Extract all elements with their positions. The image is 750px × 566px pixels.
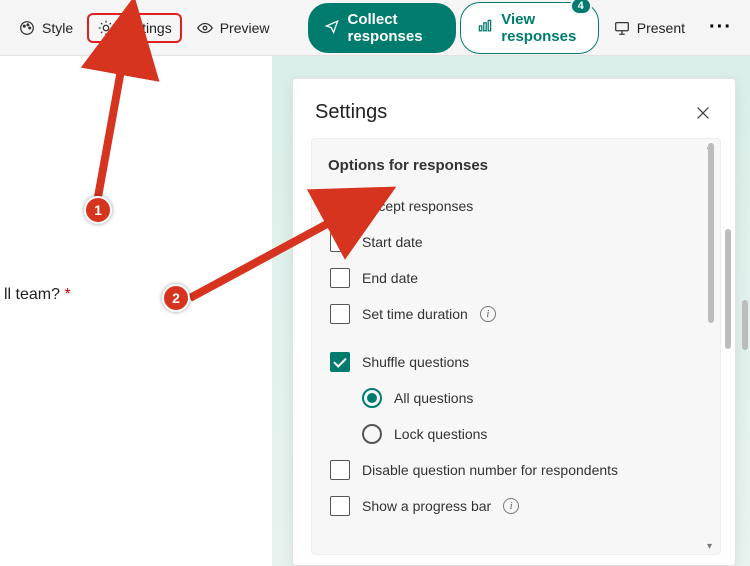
close-button[interactable] (693, 103, 713, 123)
inner-scrollbar[interactable]: ▴ ▾ (706, 139, 718, 554)
view-responses-button[interactable]: View responses 4 (460, 2, 599, 54)
info-icon[interactable]: i (480, 306, 496, 322)
shuffle-all-label: All questions (394, 390, 473, 406)
overflow-menu-button[interactable]: ··· (699, 16, 742, 39)
progress-bar-label: Show a progress bar (362, 498, 491, 514)
palette-icon (18, 19, 36, 37)
option-time-duration: Set time duration i (328, 296, 704, 332)
screen-icon (613, 19, 631, 37)
style-label: Style (42, 20, 73, 36)
send-icon (324, 18, 340, 38)
toolbar: Style Settings Preview Collect responses… (0, 0, 750, 56)
option-end-date: End date (328, 260, 704, 296)
responses-badge: 4 (570, 0, 592, 15)
accept-responses-checkbox[interactable] (330, 196, 350, 216)
disable-qnum-checkbox[interactable] (330, 460, 350, 480)
time-duration-label: Set time duration (362, 306, 468, 322)
shuffle-lock-label: Lock questions (394, 426, 487, 442)
scroll-thumb[interactable] (708, 143, 714, 323)
option-start-date: Start date (328, 224, 704, 260)
collect-label: Collect responses (348, 11, 441, 45)
time-duration-checkbox[interactable] (330, 304, 350, 324)
settings-panel-header: Settings (293, 79, 735, 138)
question-text-fragment: ll team? * (4, 286, 272, 304)
responses-section-title: Options for responses (328, 157, 704, 174)
eye-icon (196, 19, 214, 37)
question-fragment: ll team? (4, 286, 64, 303)
scroll-down-icon: ▾ (707, 541, 712, 552)
settings-panel-body: Options for responses Accept responses S… (311, 138, 721, 555)
progress-bar-checkbox[interactable] (330, 496, 350, 516)
shuffle-lock-radio[interactable] (362, 424, 382, 444)
settings-label: Settings (121, 20, 172, 36)
present-label: Present (637, 20, 685, 36)
option-shuffle-lock: Lock questions (360, 416, 704, 452)
chart-icon (477, 18, 493, 38)
settings-panel: Settings Options for responses Accept re… (292, 78, 736, 566)
option-disable-qnum: Disable question number for respondents (328, 452, 704, 488)
preview-button[interactable]: Preview (186, 13, 280, 43)
form-canvas: ll team? * (0, 56, 272, 566)
page-scroll-thumb[interactable] (742, 300, 748, 350)
end-date-label: End date (362, 270, 418, 286)
view-label: View responses (501, 11, 582, 45)
shuffle-questions-checkbox[interactable] (330, 352, 350, 372)
option-accept-responses: Accept responses (328, 188, 704, 224)
settings-pane-backdrop: Settings Options for responses Accept re… (272, 56, 750, 566)
start-date-checkbox[interactable] (330, 232, 350, 252)
settings-panel-title: Settings (315, 101, 387, 124)
shuffle-questions-label: Shuffle questions (362, 354, 469, 370)
disable-qnum-label: Disable question number for respondents (362, 462, 618, 478)
panel-scroll-thumb[interactable] (725, 229, 731, 349)
collect-responses-button[interactable]: Collect responses (308, 3, 457, 53)
preview-label: Preview (220, 20, 270, 36)
required-indicator: * (64, 286, 70, 303)
gear-icon (97, 19, 115, 37)
shuffle-all-radio[interactable] (362, 388, 382, 408)
main-area: ll team? * Settings Options for response… (0, 56, 750, 566)
option-shuffle-questions: Shuffle questions (328, 344, 704, 380)
accept-responses-label: Accept responses (362, 198, 473, 214)
option-progress-bar: Show a progress bar i (328, 488, 704, 524)
start-date-label: Start date (362, 234, 423, 250)
end-date-checkbox[interactable] (330, 268, 350, 288)
settings-button[interactable]: Settings (87, 13, 182, 43)
present-button[interactable]: Present (603, 13, 695, 43)
style-button[interactable]: Style (8, 13, 83, 43)
option-shuffle-all: All questions (360, 380, 704, 416)
info-icon[interactable]: i (503, 498, 519, 514)
